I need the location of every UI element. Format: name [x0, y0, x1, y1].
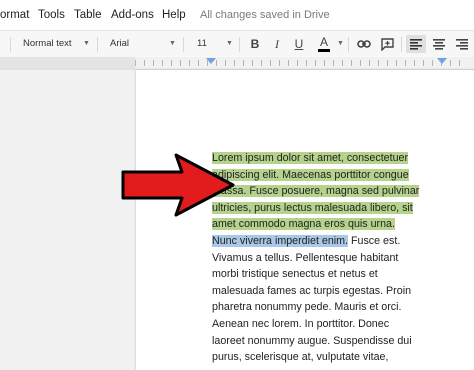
- align-center-icon: [433, 38, 445, 50]
- document-line: amet commodo magna eros quis urna.: [212, 216, 447, 233]
- toolbar: Normal text ▼ Arial ▼ 11 ▼ B I U A ▼: [0, 30, 474, 58]
- chevron-down-icon[interactable]: ▼: [337, 40, 344, 47]
- document-line: malesuada fames ac turpis egestas. Proin: [212, 284, 412, 297]
- selected-highlighted-text: Nunc viverra imperdiet enim.: [212, 234, 349, 247]
- menu-tools[interactable]: Tools: [38, 9, 65, 21]
- text-color-swatch: [318, 48, 330, 52]
- font-size-select[interactable]: 11: [197, 38, 207, 49]
- align-left-icon: [410, 38, 422, 50]
- toolbar-divider: [183, 37, 184, 52]
- menu-add-ons[interactable]: Add-ons: [111, 9, 154, 21]
- text-color-label: A: [319, 34, 328, 49]
- highlighted-text: amet commodo magna eros quis urna.: [212, 218, 395, 231]
- toolbar-divider: [401, 37, 402, 52]
- toolbar-divider: [97, 37, 98, 52]
- chevron-down-icon[interactable]: ▼: [83, 40, 90, 47]
- document-line: purus, scelerisque at, vulputate vitae,: [212, 351, 389, 364]
- document-body[interactable]: Lorem ipsum dolor sit amet, consectetuer…: [212, 150, 447, 366]
- chevron-down-icon[interactable]: ▼: [226, 40, 233, 47]
- bold-button[interactable]: B: [246, 35, 264, 53]
- document-line: adipiscing elit. Maecenas porttitor cong…: [212, 167, 447, 184]
- highlighted-text: Lorem ipsum dolor sit amet, consectetuer: [212, 152, 409, 164]
- left-indent-marker-icon[interactable]: [206, 58, 216, 67]
- document-line: Lorem ipsum dolor sit amet, consectetuer: [212, 150, 447, 167]
- ruler-ticks: [135, 60, 468, 66]
- highlighted-text: ultricies, purus lectus malesuada libero…: [212, 201, 413, 214]
- toolbar-divider: [239, 37, 240, 52]
- underline-button[interactable]: U: [290, 35, 308, 53]
- align-right-button[interactable]: [452, 35, 472, 53]
- document-line: Aenean nec lorem. In porttitor. Donec: [212, 317, 390, 330]
- plain-text: Fusce est.: [348, 234, 401, 247]
- chevron-down-icon[interactable]: ▼: [169, 40, 176, 47]
- font-select[interactable]: Arial: [110, 38, 129, 49]
- menu-help[interactable]: Help: [162, 9, 186, 21]
- document-line: massa. Fusce posuere, magna sed pulvinar: [212, 183, 447, 200]
- link-icon: [357, 40, 371, 48]
- comment-plus-icon: [380, 37, 394, 51]
- menu-bar: ormat Tools Table Add-ons Help All chang…: [0, 0, 474, 30]
- save-status: All changes saved in Drive: [200, 9, 330, 21]
- italic-button[interactable]: I: [268, 35, 286, 53]
- insert-comment-button[interactable]: [377, 35, 397, 53]
- ruler-margin: [0, 57, 135, 69]
- ruler[interactable]: [0, 57, 474, 70]
- menu-format[interactable]: ormat: [0, 9, 29, 21]
- document-line: laoreet nonummy augue. Suspendisse dui: [212, 334, 412, 347]
- menu-table[interactable]: Table: [74, 9, 102, 21]
- align-center-button[interactable]: [429, 35, 449, 53]
- red-arrow-icon: [121, 153, 235, 217]
- document-line: pharetra nonummy pede. Mauris et orci.: [212, 301, 402, 314]
- right-indent-marker-icon[interactable]: [437, 58, 447, 67]
- highlighted-text: massa. Fusce posuere, magna sed pulvinar: [212, 185, 420, 198]
- text-color-button[interactable]: A: [313, 35, 335, 53]
- align-right-icon: [456, 38, 468, 50]
- document-line: morbi tristique senectus et netus et: [212, 268, 378, 281]
- toolbar-divider: [348, 37, 349, 52]
- document-line: Vivamus a tellus. Pellentesque habitant: [212, 251, 399, 264]
- align-left-button[interactable]: [406, 35, 426, 53]
- document-line: Nunc viverra imperdiet enim. Fusce est.: [212, 233, 447, 250]
- insert-link-button[interactable]: [354, 35, 374, 53]
- toolbar-divider: [10, 37, 11, 52]
- highlighted-text: adipiscing elit. Maecenas porttitor cong…: [212, 168, 409, 181]
- document-line: ultricies, purus lectus malesuada libero…: [212, 200, 447, 217]
- paragraph-style-select[interactable]: Normal text: [23, 38, 72, 49]
